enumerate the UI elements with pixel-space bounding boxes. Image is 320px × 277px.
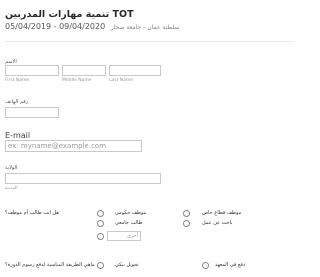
payment-radio-institute[interactable] <box>202 262 209 269</box>
employment-option-jobseeker: باحث عن عمل <box>202 220 233 226</box>
employment-radio-private[interactable] <box>183 210 190 217</box>
last-name-sublabel: Last Name <box>109 78 134 83</box>
employment-radio-jobseeker[interactable] <box>183 220 190 227</box>
header-divider <box>5 41 293 42</box>
form-dates: 05/04/2019 - 09/04/2020 سلطنة عمان - جام… <box>5 22 179 31</box>
middle-name-input[interactable] <box>62 65 106 76</box>
employment-option-private: موظف قطاع خاص <box>202 210 242 216</box>
phone-label: رقم الهاتف <box>5 99 29 105</box>
employment-radio-student[interactable] <box>97 220 104 227</box>
form-date-range: 05/04/2019 - 09/04/2020 <box>5 22 106 31</box>
email-label: E-mail <box>5 131 31 140</box>
first-name-input[interactable] <box>5 65 59 76</box>
form-location: سلطنة عمان - جامعة صحار <box>110 24 180 31</box>
state-sublabel: المدينة <box>5 186 18 191</box>
form-title: تنمية مهارات المدربين TOT <box>5 9 134 20</box>
last-name-input[interactable] <box>109 65 161 76</box>
employment-radio-other[interactable] <box>97 233 104 240</box>
payment-option-institute: دفع في المعهد <box>215 262 246 268</box>
payment-option-bank: تحويل بنكي <box>115 262 139 268</box>
state-input[interactable] <box>5 173 161 184</box>
middle-name-sublabel: Middle Name <box>62 78 92 83</box>
employment-option-student: طالب جامعي <box>115 220 143 226</box>
phone-input[interactable] <box>5 107 59 118</box>
employment-question: هل انت طالب أم موظف؟ <box>5 210 59 216</box>
employment-radio-gov[interactable] <box>97 210 104 217</box>
payment-question: ماهي الطريقة المناسبة لدفع رسوم الدورة؟ <box>5 262 95 268</box>
employment-other-input[interactable]: أخرى <box>107 231 141 241</box>
payment-radio-bank[interactable] <box>97 262 104 269</box>
employment-option-gov: موظف حكومي <box>115 210 147 216</box>
email-input[interactable]: ex: myname@example.com <box>5 140 142 152</box>
first-name-sublabel: First Name <box>5 78 30 83</box>
state-label: الولاية <box>5 165 18 171</box>
